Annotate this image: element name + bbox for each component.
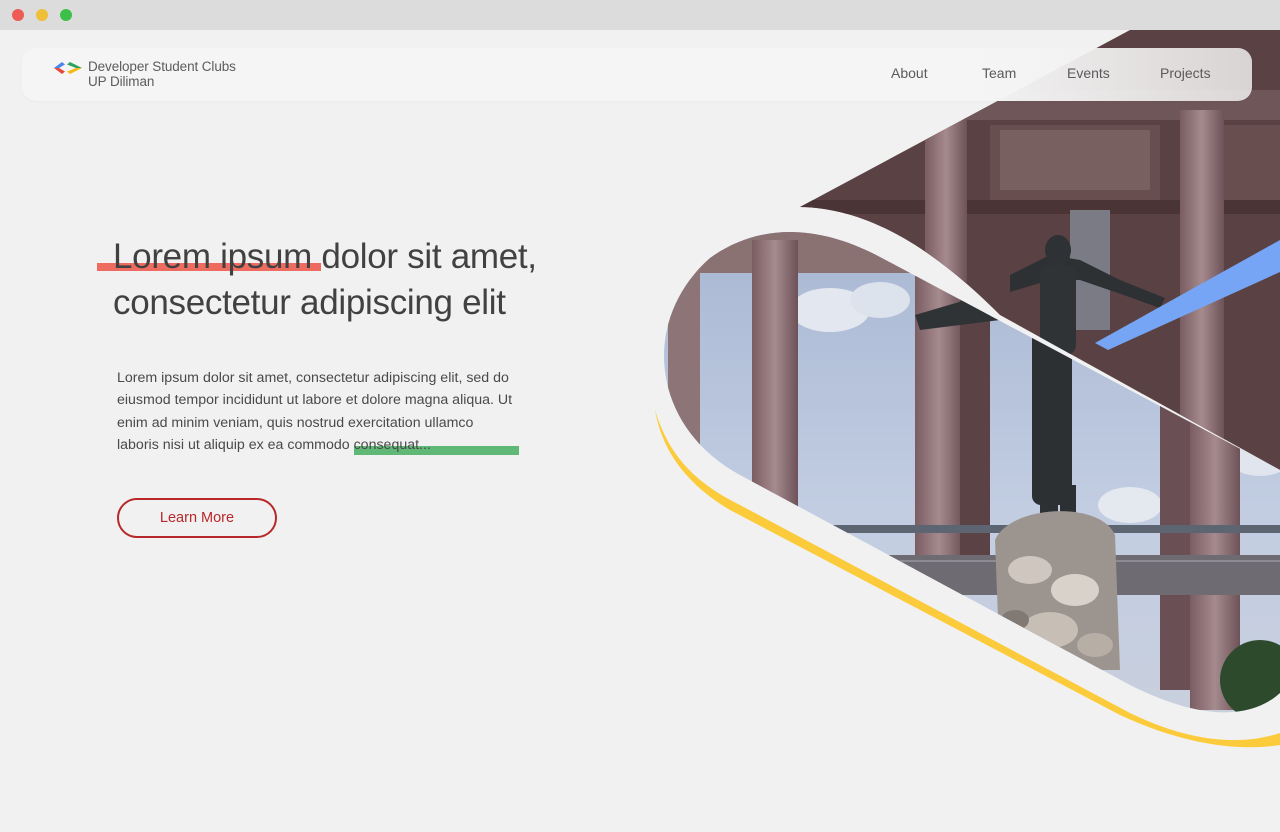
hero-description: Lorem ipsum dolor sit amet, consectetur … <box>117 370 513 453</box>
brand-line-1: Developer Student Clubs <box>88 59 236 74</box>
developer-student-clubs-logo-icon[interactable] <box>54 60 82 76</box>
nav-projects-link[interactable]: Projects <box>1160 65 1211 81</box>
close-window-button[interactable] <box>12 9 24 21</box>
hero-headline-line-2: consectetur adipiscing elit <box>113 283 506 322</box>
nav-about-link[interactable]: About <box>891 65 928 81</box>
brand-line-2: UP Diliman <box>88 74 155 89</box>
nav-team-link[interactable]: Team <box>982 65 1016 81</box>
browser-window: Developer Student Clubs UP Diliman About… <box>0 0 1280 832</box>
top-navbar: Developer Student Clubs UP Diliman About… <box>22 48 1252 101</box>
nav-events-link[interactable]: Events <box>1067 65 1110 81</box>
brand-name[interactable]: Developer Student Clubs UP Diliman <box>88 59 236 89</box>
window-titlebar <box>0 0 1280 30</box>
minimize-window-button[interactable] <box>36 9 48 21</box>
hero-headline: Lorem ipsum dolor sit amet, consectetur … <box>113 234 633 326</box>
learn-more-button[interactable]: Learn More <box>117 498 277 538</box>
maximize-window-button[interactable] <box>60 9 72 21</box>
page-content: Developer Student Clubs UP Diliman About… <box>0 30 1280 832</box>
hero-headline-line-1: Lorem ipsum dolor sit amet, <box>113 237 537 276</box>
